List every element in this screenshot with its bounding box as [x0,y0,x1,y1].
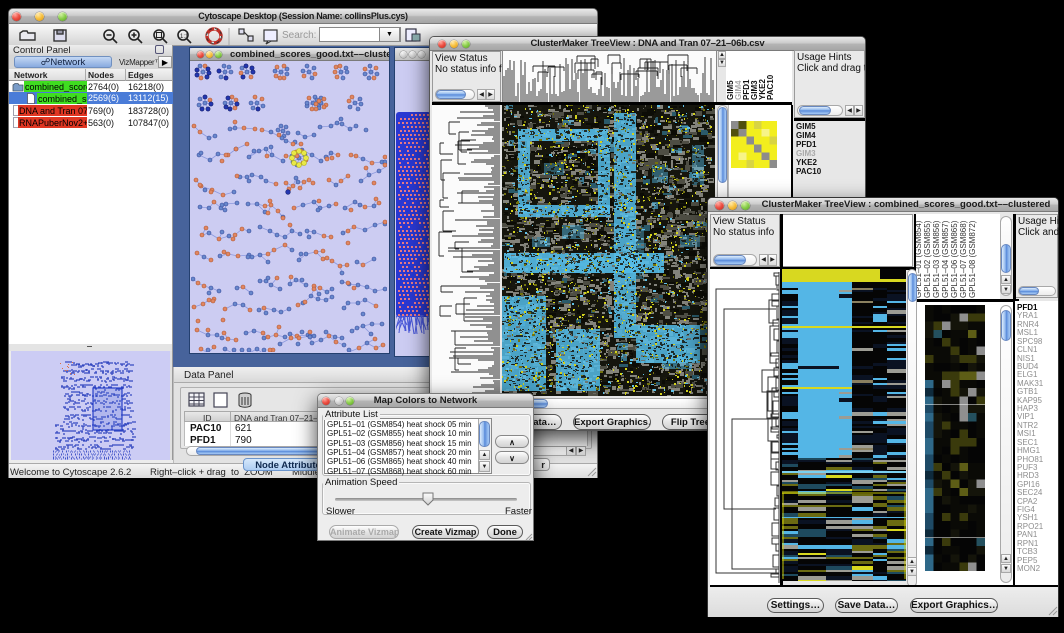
svg-text:GPL51–01 (GSM854): GPL51–01 (GSM854) [916,220,923,298]
svg-text:GPL51–08 (GSM872): GPL51–08 (GSM872) [968,220,977,298]
svg-text:GPL51–02 (GSM855): GPL51–02 (GSM855) [923,220,932,298]
svg-text:1:1: 1:1 [180,34,189,40]
svg-text:PAC10: PAC10 [766,74,775,100]
svg-text:GPL51–06 (GSM865): GPL51–06 (GSM865) [950,220,959,298]
svg-text:GPL51–04 (GSM857): GPL51–04 (GSM857) [941,220,950,298]
svg-text:GPL51–03 (GSM856): GPL51–03 (GSM856) [932,220,941,298]
svg-text:GPL51–07 (GSM868): GPL51–07 (GSM868) [959,220,968,298]
